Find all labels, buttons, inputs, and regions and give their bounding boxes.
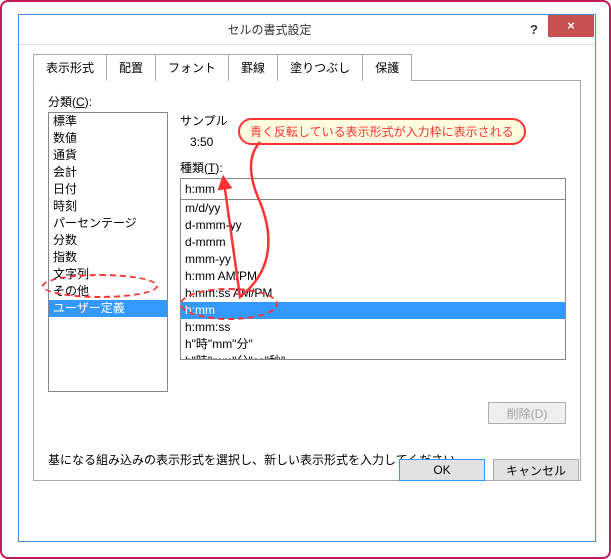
sample-label: サンプル bbox=[180, 112, 566, 129]
list-item[interactable]: h:mm bbox=[181, 302, 565, 319]
list-item[interactable]: h"時"mm"分" bbox=[181, 336, 565, 353]
screenshot-frame: セルの書式設定 ? × 表示形式 配置 フォント 罫線 塗りつぶし 保護 分類(… bbox=[0, 0, 611, 559]
tab-fill[interactable]: 塗りつぶし bbox=[277, 54, 363, 81]
list-item[interactable]: d-mmm bbox=[181, 234, 565, 251]
list-item[interactable]: その他 bbox=[49, 283, 167, 300]
ok-button[interactable]: OK bbox=[399, 459, 485, 481]
list-item[interactable]: 日付 bbox=[49, 181, 167, 198]
list-item[interactable]: mmm-yy bbox=[181, 251, 565, 268]
titlebar: セルの書式設定 ? × bbox=[19, 15, 595, 45]
delete-button[interactable]: 削除(D) bbox=[488, 402, 566, 424]
list-item[interactable]: パーセンテージ bbox=[49, 215, 167, 232]
tab-strip: 表示形式 配置 フォント 罫線 塗りつぶし 保護 bbox=[33, 53, 581, 81]
list-item[interactable]: ユーザー定義 bbox=[49, 300, 167, 317]
tab-panel: 分類(C): 標準 数値 通貨 会計 日付 時刻 パーセンテージ 分数 指数 文… bbox=[33, 81, 581, 481]
sample-value: 3:50 bbox=[190, 135, 566, 149]
list-item[interactable]: m/d/yy bbox=[181, 200, 565, 217]
tab-number-format[interactable]: 表示形式 bbox=[33, 54, 107, 81]
columns: 標準 数値 通貨 会計 日付 時刻 パーセンテージ 分数 指数 文字列 その他 … bbox=[48, 112, 566, 392]
list-item[interactable]: h:mm AM/PM bbox=[181, 268, 565, 285]
dialog-buttons: OK キャンセル bbox=[399, 459, 579, 481]
tab-border[interactable]: 罫線 bbox=[228, 54, 278, 81]
right-pane: サンプル 3:50 種類(T): m/d/yy d-mmm-yy d-mmm m… bbox=[180, 112, 566, 392]
list-item[interactable]: 数値 bbox=[49, 130, 167, 147]
list-item[interactable]: 文字列 bbox=[49, 266, 167, 283]
close-icon: × bbox=[567, 18, 575, 33]
type-input[interactable] bbox=[180, 178, 566, 200]
type-list[interactable]: m/d/yy d-mmm-yy d-mmm mmm-yy h:mm AM/PM … bbox=[180, 200, 566, 360]
list-item[interactable]: 指数 bbox=[49, 249, 167, 266]
tab-font[interactable]: フォント bbox=[155, 54, 229, 81]
cancel-button[interactable]: キャンセル bbox=[493, 459, 579, 481]
close-button[interactable]: × bbox=[548, 15, 594, 37]
tab-protection[interactable]: 保護 bbox=[362, 54, 412, 81]
list-item[interactable]: 会計 bbox=[49, 164, 167, 181]
dialog-body: 表示形式 配置 フォント 罫線 塗りつぶし 保護 分類(C): 標準 数値 通貨… bbox=[19, 45, 595, 495]
cell-format-dialog: セルの書式設定 ? × 表示形式 配置 フォント 罫線 塗りつぶし 保護 分類(… bbox=[18, 14, 596, 542]
category-list[interactable]: 標準 数値 通貨 会計 日付 時刻 パーセンテージ 分数 指数 文字列 その他 … bbox=[48, 112, 168, 392]
list-item[interactable]: d-mmm-yy bbox=[181, 217, 565, 234]
dialog-title: セルの書式設定 bbox=[19, 21, 520, 38]
tab-alignment[interactable]: 配置 bbox=[106, 54, 156, 81]
list-item[interactable]: 標準 bbox=[49, 113, 167, 130]
list-item[interactable]: h:mm:ss AM/PM bbox=[181, 285, 565, 302]
list-item[interactable]: h"時"mm"分"ss"秒" bbox=[181, 353, 565, 360]
list-item[interactable]: h:mm:ss bbox=[181, 319, 565, 336]
category-label: 分類(C): bbox=[48, 93, 566, 110]
list-item[interactable]: 通貨 bbox=[49, 147, 167, 164]
help-button[interactable]: ? bbox=[520, 19, 548, 41]
type-label: 種類(T): bbox=[180, 159, 566, 176]
list-item[interactable]: 分数 bbox=[49, 232, 167, 249]
list-item[interactable]: 時刻 bbox=[49, 198, 167, 215]
